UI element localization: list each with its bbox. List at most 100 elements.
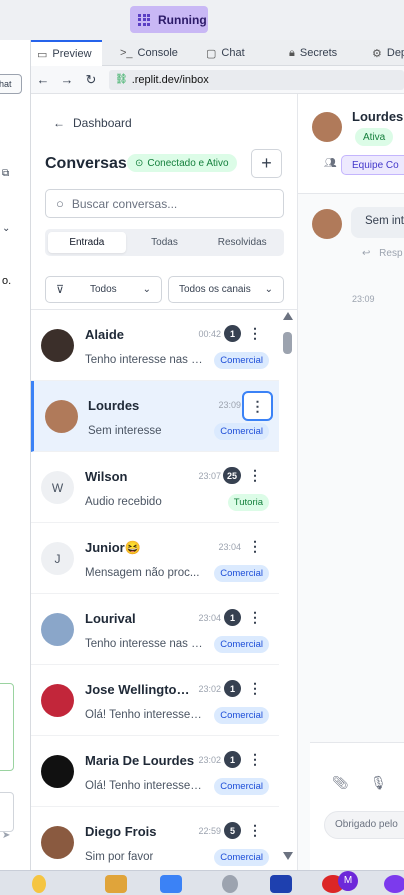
- quick-reply-chip[interactable]: Obrigado pelo: [324, 811, 404, 839]
- page-title: Conversas: [45, 155, 127, 172]
- run-status-label: Running: [158, 12, 207, 27]
- run-status-button[interactable]: Running: [130, 6, 208, 33]
- scroll-thumb[interactable]: [283, 332, 292, 354]
- unread-badge: 25: [222, 467, 241, 484]
- conversation-list: Alaide 00:42 1 ⋮ Tenho interesse nas p... Com…: [31, 310, 298, 870]
- calendar-icon[interactable]: [270, 875, 292, 893]
- app-icon[interactable]: [222, 875, 238, 893]
- monitor-icon: ▭: [37, 48, 48, 61]
- conversation-row[interactable]: Lourival 23:04 1 ⋮ Tenho interesse nas p... C…: [31, 594, 279, 665]
- tab-chat[interactable]: ▢ Chat: [206, 40, 245, 66]
- avatar: [312, 112, 342, 142]
- tab-preview[interactable]: ▭ Preview: [31, 40, 102, 66]
- paperclip-icon[interactable]: 📎︎: [332, 775, 349, 791]
- contact-name: Lourival: [85, 611, 136, 626]
- scrollbar[interactable]: [282, 312, 294, 860]
- browser-urlbar: ← → ↻ ⛓ .replit.dev/inbox: [31, 66, 404, 94]
- microphone-icon[interactable]: 🎙︎: [370, 775, 387, 791]
- avatar: [41, 613, 74, 646]
- chat-chip[interactable]: hat: [0, 74, 22, 94]
- conversation-row[interactable]: W Wilson 23:07 25 ⋮ Áudio recebido Tutoria: [31, 452, 279, 523]
- send-box[interactable]: [0, 792, 14, 832]
- contact-name: Jose Wellington...: [85, 682, 195, 697]
- conversation-row[interactable]: Lourdes 23:09 ⋮ Sem interesse Comercial: [31, 381, 279, 452]
- chevron-down-icon[interactable]: ⌄: [2, 223, 10, 234]
- forward-arrow-icon[interactable]: →: [55, 72, 79, 87]
- more-options-icon[interactable]: ⋮: [245, 323, 265, 343]
- os-taskbar: M: [0, 870, 404, 895]
- folder-icon[interactable]: [105, 875, 127, 893]
- more-options-icon[interactable]: ⋮: [242, 391, 273, 421]
- conversation-row[interactable]: Maria De Lourdes 23:02 1 ⋮ Olá! Tenho intere…: [31, 736, 279, 807]
- conversation-row[interactable]: Jose Wellington... 23:02 1 ⋮ Olá! Tenho inte…: [31, 665, 279, 736]
- message-time: 23:09: [352, 294, 375, 304]
- more-options-icon[interactable]: ⋮: [245, 749, 265, 769]
- conversation-row[interactable]: J Junior😆 23:04 ⋮ Mensagem não proc... Comerc…: [31, 523, 279, 594]
- input-box[interactable]: [0, 683, 14, 771]
- contact-name: Wilson: [85, 469, 128, 484]
- tab-entrada[interactable]: Entrada: [48, 232, 126, 253]
- more-options-icon[interactable]: ⋮: [245, 678, 265, 698]
- timestamp: 23:02: [198, 755, 221, 765]
- check-circle-icon: ⊙: [135, 157, 144, 169]
- channel-tag: Comercial: [214, 636, 269, 653]
- timestamp: 00:42: [198, 329, 221, 339]
- tab-console[interactable]: >_ Console: [120, 40, 178, 66]
- avatar: [41, 329, 74, 362]
- more-options-icon[interactable]: ⋮: [245, 820, 265, 840]
- reply-action[interactable]: ↩ Resp: [362, 248, 403, 259]
- app-icon[interactable]: [384, 875, 404, 893]
- conversation-row[interactable]: Diego Frois 22:59 5 ⋮ Sim por favor Comercial: [31, 807, 279, 870]
- grid-icon: [138, 13, 150, 26]
- tab-resolvidas[interactable]: Resolvidas: [203, 232, 281, 253]
- team-badge[interactable]: Equipe Co: [341, 155, 404, 175]
- more-options-icon[interactable]: ⋮: [245, 607, 265, 627]
- reload-icon[interactable]: ↻: [79, 72, 103, 88]
- url-field[interactable]: ⛓ .replit.dev/inbox: [109, 69, 404, 90]
- ide-tabbar: ⋮ ▭ Preview >_ Console ▢ Chat 🔒︎ Secrets…: [0, 40, 404, 66]
- message-preview: Tenho interesse nas p...: [85, 354, 203, 366]
- message-preview: Mensagem não proc...: [85, 567, 200, 579]
- tab-secrets[interactable]: 🔒︎ Secrets: [289, 40, 337, 66]
- new-conversation-button[interactable]: +: [251, 149, 282, 178]
- avatar: W: [41, 471, 74, 504]
- tab-label: Chat: [221, 47, 245, 59]
- tab-dep[interactable]: ⚙ Dep: [372, 40, 404, 66]
- profile-avatar-icon[interactable]: M: [338, 871, 358, 891]
- url-host: .replit.dev: [131, 73, 180, 86]
- send-icon[interactable]: ➤: [2, 830, 10, 841]
- unread-badge: 5: [224, 822, 241, 839]
- message-bubble: Sem inte: [351, 207, 404, 238]
- app-icon[interactable]: [32, 875, 46, 893]
- scroll-down-icon[interactable]: [283, 852, 293, 860]
- connection-status-badge: ⊙ Conectado e Ativo: [127, 154, 237, 172]
- more-options-icon[interactable]: ⋮: [245, 536, 265, 556]
- status-filter-select[interactable]: ⊽ Todos ⌄: [45, 276, 162, 303]
- link-icon: ⛓: [115, 74, 128, 85]
- app-icon[interactable]: [160, 875, 182, 893]
- conversation-row[interactable]: Alaide 00:42 1 ⋮ Tenho interesse nas p... Com…: [31, 310, 279, 381]
- tab-todas[interactable]: Todas: [126, 232, 204, 253]
- channel-tag: Comercial: [214, 352, 269, 369]
- search-input[interactable]: ○ Buscar conversas...: [45, 189, 284, 218]
- search-placeholder: Buscar conversas...: [71, 196, 178, 211]
- external-link-icon[interactable]: ⧉: [2, 168, 9, 179]
- timestamp: 23:02: [198, 684, 221, 694]
- arrow-left-icon: ←: [53, 116, 65, 130]
- reply-icon: ↩: [362, 248, 371, 259]
- scroll-up-icon[interactable]: [283, 312, 293, 320]
- filters-row: ⊽ Todos ⌄ Todos os canais ⌄: [45, 276, 284, 303]
- timestamp: 23:04: [218, 542, 241, 552]
- filter-icon: ⊽: [56, 284, 65, 296]
- channel-tag: Comercial: [214, 778, 269, 795]
- chevron-down-icon: ⌄: [264, 284, 273, 295]
- tab-label: Secrets: [299, 47, 338, 59]
- back-arrow-icon[interactable]: ←: [31, 72, 55, 87]
- status-badge: Ativa: [355, 128, 394, 146]
- dashboard-link[interactable]: ← Dashboard: [53, 116, 132, 130]
- chat-icon: ▢: [206, 47, 217, 60]
- contact-name: Junior😆: [85, 540, 141, 555]
- filter-status-value: Todos: [89, 284, 117, 295]
- channel-filter-select[interactable]: Todos os canais ⌄: [168, 276, 284, 303]
- more-options-icon[interactable]: ⋮: [245, 465, 265, 485]
